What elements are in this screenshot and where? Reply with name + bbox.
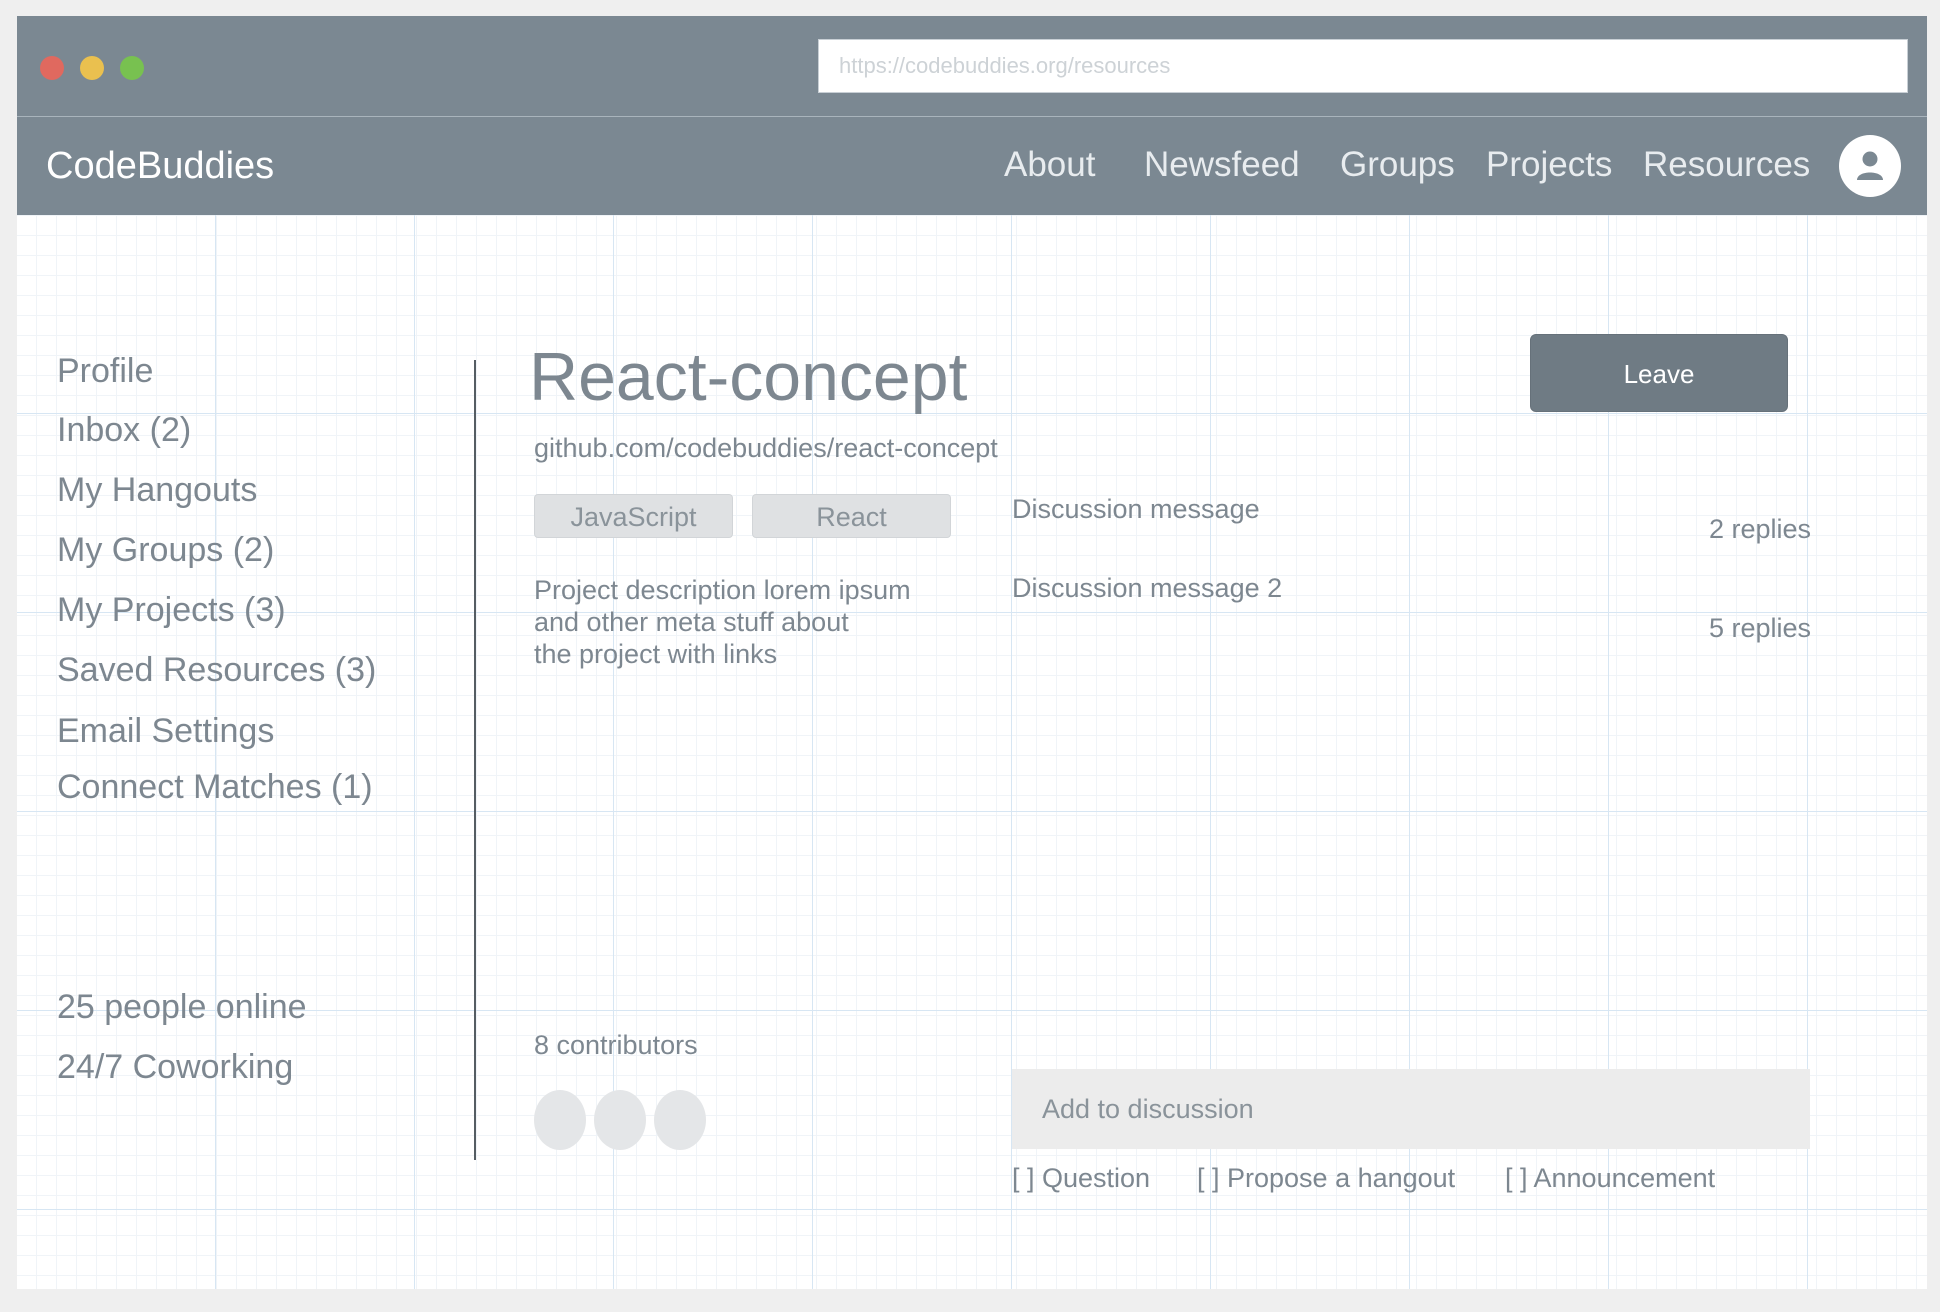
online-count: 25 people online	[57, 988, 307, 1026]
address-bar[interactable]: https://codebuddies.org/resources	[818, 39, 1908, 93]
repo-link[interactable]: github.com/codebuddies/react-concept	[534, 433, 998, 464]
page-title: React-concept	[529, 339, 968, 415]
option-announcement[interactable]: [ ] Announcement	[1505, 1163, 1715, 1194]
nav-projects[interactable]: Projects	[1486, 117, 1612, 213]
user-avatar-button[interactable]	[1839, 135, 1901, 197]
nav-about[interactable]: About	[1004, 117, 1095, 213]
contributor-avatar[interactable]	[534, 1090, 586, 1150]
brand-logo[interactable]: CodeBuddies	[46, 117, 274, 215]
maximize-window-button[interactable]	[120, 56, 144, 80]
description-line: the project with links	[534, 639, 778, 669]
contributor-avatar[interactable]	[654, 1090, 706, 1150]
browser-titlebar: https://codebuddies.org/resources	[17, 16, 1927, 117]
sidebar-divider	[474, 360, 476, 1160]
top-navbar: CodeBuddies About Newsfeed Groups Projec…	[17, 117, 1927, 215]
contributor-avatar[interactable]	[594, 1090, 646, 1150]
sidebar-item-my-projects[interactable]: My Projects (3)	[57, 591, 286, 630]
leave-button[interactable]: Leave	[1530, 334, 1788, 412]
option-question[interactable]: [ ] Question	[1012, 1163, 1150, 1194]
replies-count[interactable]: 5 replies	[1709, 613, 1811, 644]
project-description: Project description lorem ipsum and othe…	[534, 574, 954, 670]
discussion-message[interactable]: Discussion message	[1012, 494, 1260, 525]
close-window-button[interactable]	[40, 56, 64, 80]
sidebar-item-my-hangouts[interactable]: My Hangouts	[57, 471, 257, 510]
sidebar-item-profile[interactable]: Profile	[57, 352, 153, 391]
minimize-window-button[interactable]	[80, 56, 104, 80]
tag-javascript[interactable]: JavaScript	[534, 494, 733, 538]
description-line: and other meta stuff about	[534, 607, 849, 637]
sidebar-item-saved-resources[interactable]: Saved Resources (3)	[57, 651, 376, 690]
add-discussion-input[interactable]: Add to discussion	[1012, 1069, 1810, 1149]
sidebar-item-email-settings[interactable]: Email Settings	[57, 712, 274, 751]
nav-groups[interactable]: Groups	[1340, 117, 1455, 213]
sidebar-item-my-groups[interactable]: My Groups (2)	[57, 531, 274, 570]
user-icon	[1857, 151, 1883, 180]
discussion-message[interactable]: Discussion message 2	[1012, 573, 1282, 604]
sidebar-item-connect-matches[interactable]: Connect Matches (1)	[57, 768, 373, 807]
tag-react[interactable]: React	[752, 494, 951, 538]
description-line: Project description lorem ipsum	[534, 575, 911, 605]
nav-resources[interactable]: Resources	[1643, 117, 1810, 213]
browser-window: https://codebuddies.org/resources CodeBu…	[17, 16, 1927, 1289]
option-propose-hangout[interactable]: [ ] Propose a hangout	[1197, 1163, 1455, 1194]
nav-newsfeed[interactable]: Newsfeed	[1144, 117, 1300, 213]
contributors-count: 8 contributors	[534, 1030, 698, 1060]
coworking-label: 24/7 Coworking	[57, 1048, 294, 1086]
replies-count[interactable]: 2 replies	[1709, 514, 1811, 545]
sidebar-item-inbox[interactable]: Inbox (2)	[57, 411, 191, 450]
